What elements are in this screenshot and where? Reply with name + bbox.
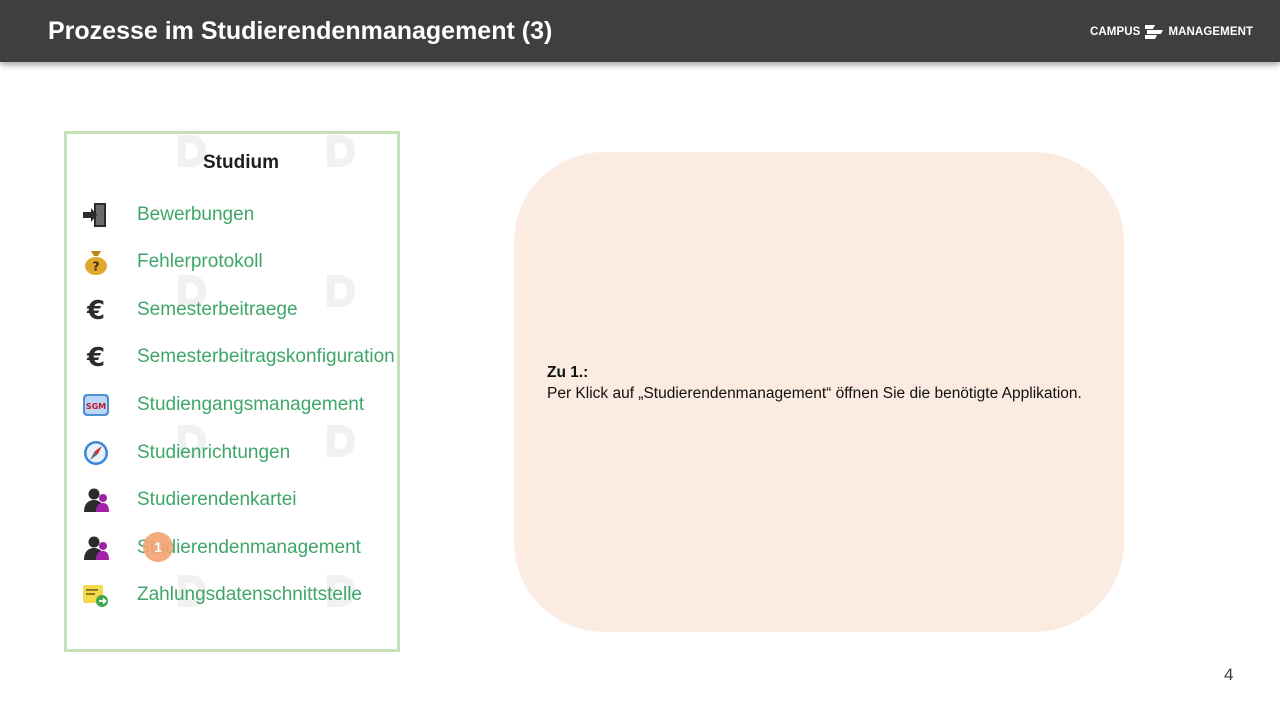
menu-item-label: Zahlungsdatenschnittstelle [137, 584, 362, 605]
menu-item-studierendenmanagement[interactable]: Studierendenmanagement [67, 531, 397, 565]
money-bag-icon: ? [85, 251, 107, 275]
svg-text:€: € [86, 296, 105, 324]
logo-text-right: MANAGEMENT [1168, 26, 1254, 38]
menu-item-label: Studienrichtungen [137, 442, 291, 463]
menu-item-studienrichtungen[interactable]: Studienrichtungen [67, 436, 397, 470]
callout-body: Per Klick auf „Studierendenmanagement“ ö… [547, 385, 1082, 402]
menu-item-semesterbeitraege[interactable]: € Semesterbeitraege [67, 293, 397, 327]
sgm-badge-icon: SGM [83, 394, 109, 416]
menu-item-label: Bewerbungen [137, 204, 255, 225]
instruction-callout: Zu 1.: Per Klick auf „Studierendenmanage… [514, 152, 1124, 632]
callout-heading: Zu 1.: [547, 364, 589, 381]
sgm-badge-text: SGM [86, 402, 106, 411]
panel-title: Studium [203, 152, 279, 173]
menu-item-label: Fehlerprotokoll [137, 251, 263, 272]
menu-item-label: Semesterbeitragskonfiguration [137, 346, 395, 367]
slide-title: Prozesse im Studierendenmanagement (3) [48, 17, 553, 45]
euro-icon: € [86, 296, 105, 324]
slide-header: Prozesse im Studierendenmanagement (3) C… [0, 0, 1280, 62]
menu-item-label: Studierendenkartei [137, 489, 297, 510]
page-number: 4 [1224, 665, 1234, 684]
svg-text:€: € [86, 343, 105, 371]
menu-item-bewerbungen[interactable]: Bewerbungen [67, 198, 397, 232]
menu-item-studiengangsmanagement[interactable]: SGM Studiengangsmanagement [67, 388, 397, 422]
menu-item-label: Studiengangsmanagement [137, 394, 365, 415]
svg-text:?: ? [93, 260, 100, 274]
watermark-d-icon [327, 135, 355, 167]
menu-item-semesterbeitragskonfiguration[interactable]: € Semesterbeitragskonfiguration [67, 340, 397, 374]
step-marker-1: 1 [143, 532, 173, 562]
menu-item-studierendenkartei[interactable]: Studierendenkartei [67, 483, 397, 517]
certificate-icon [83, 585, 108, 607]
user-icon [84, 536, 109, 560]
campus-management-logo: CAMPUS MANAGEMENT [1090, 21, 1253, 43]
door-enter-icon [83, 203, 106, 227]
logo-text-left: CAMPUS [1090, 26, 1141, 38]
menu-item-label: Semesterbeitraege [137, 299, 298, 320]
compass-icon [84, 441, 108, 465]
studium-menu-panel: Studium Bewerbungen ? Fehlerprotokoll € … [64, 131, 400, 652]
user-icon [84, 488, 109, 512]
menu-item-zahlungsdatenschnittstelle[interactable]: Zahlungsdatenschnittstelle [67, 578, 397, 612]
callout-text: Zu 1.: Per Klick auf „Studierendenmanage… [547, 362, 1107, 404]
logo-flag-icon [1145, 25, 1164, 39]
menu-item-fehlerprotokoll[interactable]: ? Fehlerprotokoll [67, 245, 397, 279]
euro-icon: € [86, 343, 105, 371]
